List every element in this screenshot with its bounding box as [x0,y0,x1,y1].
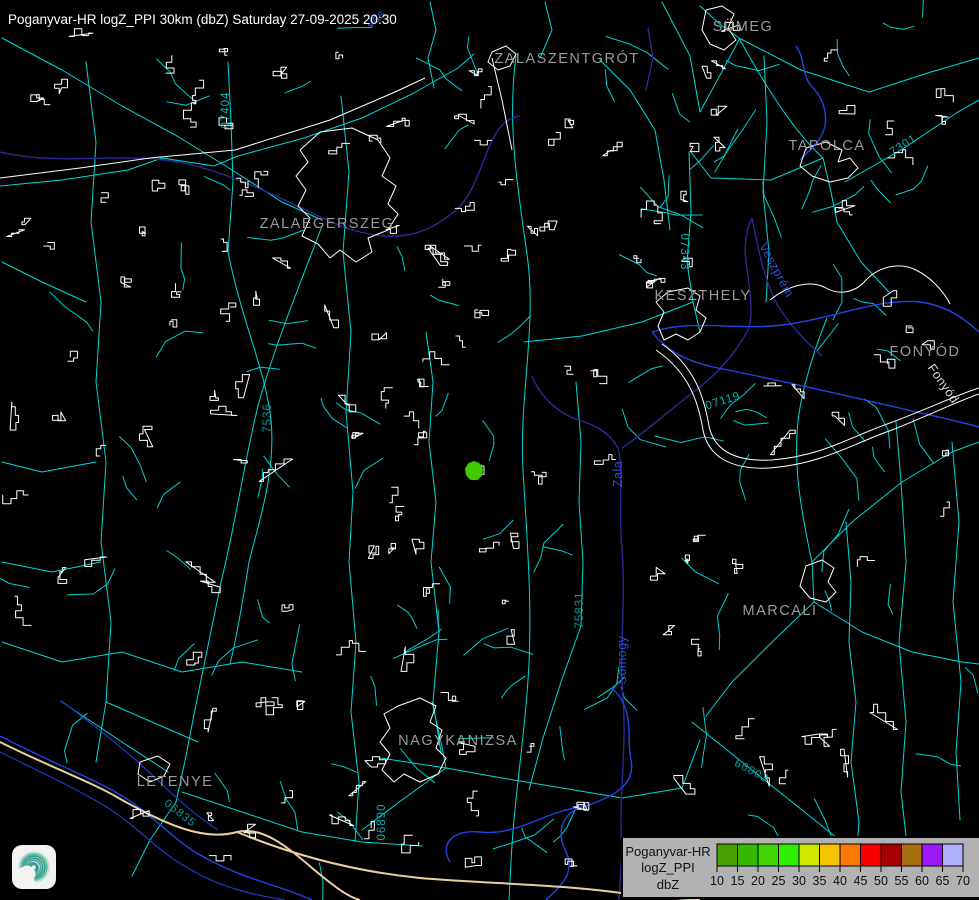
legend-color-cell [799,844,820,866]
legend-color-cell [881,844,902,866]
legend-color-cell [861,844,882,866]
legend-color-cell [717,844,738,866]
legend-color-cell [820,844,841,866]
map-background [0,0,979,900]
legend-tick-label: 25 [772,874,786,888]
town-label: ZALASZENTGRÓT [494,50,639,67]
legend-color-cell [758,844,779,866]
legend-color-cell [738,844,759,866]
road-number-label: 75831 [574,592,586,629]
road-number-label: 07343 [678,234,690,271]
legend-tick-label: 30 [792,874,806,888]
radar-title: Poganyvar-HR logZ_PPI 30km (dbZ) Saturda… [8,12,397,27]
legend-tick-label: 10 [710,874,724,888]
road-number-label: 06890 [376,804,388,841]
legend-tick-label: 45 [854,874,868,888]
legend-product: logZ_PPI [641,860,694,875]
legend-unit: dbZ [657,877,679,892]
legend-tick-label: 70 [956,874,970,888]
legend-tick-label: 55 [895,874,909,888]
met-spiral-logo[interactable] [12,845,56,889]
legend-color-cell [779,844,800,866]
road-number-label: 7536 [262,403,274,433]
radar-viewport: ZALASZENTGRÓT SÜMEG TAPOLCA ZALAEGERSZEG KES… [0,0,979,900]
region-label: Zala [611,461,625,487]
legend-tick-label: 15 [731,874,745,888]
region-label: Somogy [615,635,629,684]
spiral-icon [15,848,53,886]
town-label: LETENYE [137,774,214,790]
legend-station: Poganyvar-HR [625,844,710,859]
legend-color-cell [840,844,861,866]
town-label: FONYÓD [889,343,960,360]
town-label: SÜMEG [713,17,774,35]
legend-tick-label: 40 [833,874,847,888]
town-label: KESZTHELY [654,288,751,304]
radar-map: ZALASZENTGRÓT SÜMEG TAPOLCA ZALAEGERSZEG KES… [0,0,979,900]
legend-tick-label: 65 [936,874,950,888]
legend: Poganyvar-HR logZ_PPI dbZ 10 15 20 25 30 35 40… [622,837,979,898]
town-label: MARCALI [743,603,818,619]
legend-color-cell [943,844,964,866]
road-number-label: 07404 [220,92,232,129]
legend-tick-label: 20 [751,874,765,888]
legend-tick-label: 60 [915,874,929,888]
legend-tick-label: 35 [813,874,827,888]
radar-echo-layer [466,462,482,479]
legend-color-cell [922,844,943,866]
town-label: TAPOLCA [788,138,865,154]
town-label: ZALAEGERSZEG [260,216,395,232]
town-label: NAGYKANIZSA [398,733,518,749]
legend-color-cell [902,844,923,866]
precipitation-echo [466,462,482,479]
legend-tick-label: 50 [874,874,888,888]
